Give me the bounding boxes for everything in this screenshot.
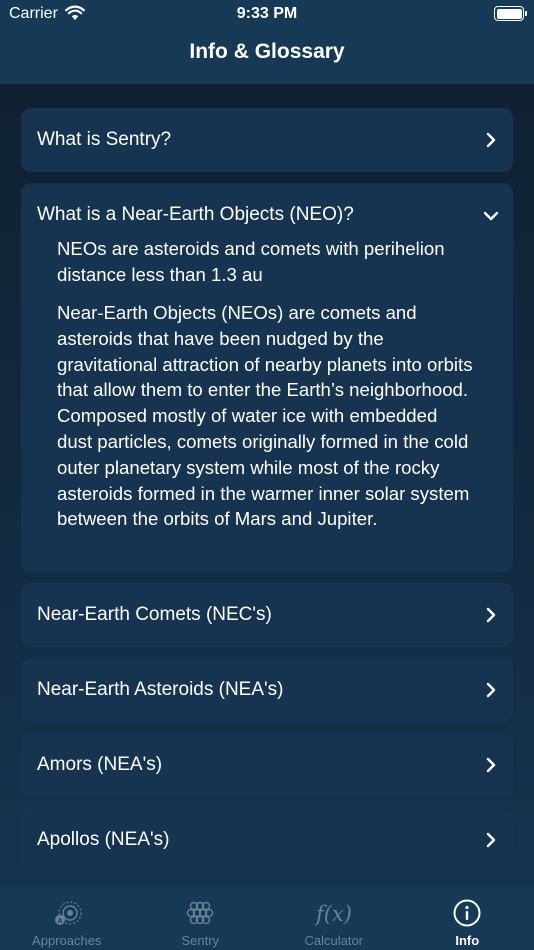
tab-label: Sentry	[181, 933, 220, 948]
glossary-item-label: Apollos (NEA's)	[37, 829, 170, 850]
glossary-item-neo[interactable]: What is a Near-Earth Objects (NEO)? NEOs…	[21, 183, 513, 572]
glossary-item-apollos[interactable]: Apollos (NEA's)	[21, 808, 513, 872]
top-bar: Carrier 9:33 PM Info & Glossary	[0, 0, 534, 84]
svg-text:f(x): f(x)	[314, 902, 352, 926]
chevron-right-icon	[483, 132, 499, 148]
glossary-list[interactable]: What is Sentry? What is a Near-Earth Obj…	[0, 84, 534, 887]
neo-definition-long: Near-Earth Objects (NEOs) are comets and…	[57, 302, 473, 530]
glossary-item-label: Near-Earth Asteroids (NEA's)	[37, 679, 284, 700]
glossary-item-nea[interactable]: Near-Earth Asteroids (NEA's)	[21, 658, 513, 722]
chevron-right-icon	[483, 832, 499, 848]
neo-definition-short: NEOs are asteroids and comets with perih…	[57, 238, 445, 285]
tab-calculator[interactable]: f(x) Calculator	[267, 887, 401, 950]
battery-icon	[494, 6, 527, 21]
chevron-down-icon	[483, 208, 499, 224]
glossary-item-nec[interactable]: Near-Earth Comets (NEC's)	[21, 583, 513, 647]
tab-label: Info	[455, 933, 480, 948]
tab-sentry[interactable]: Sentry	[134, 887, 268, 950]
chevron-right-icon	[483, 607, 499, 623]
chevron-right-icon	[483, 682, 499, 698]
glossary-item-amors[interactable]: Amors (NEA's)	[21, 733, 513, 797]
glossary-item-label: What is a Near-Earth Objects (NEO)?	[37, 204, 354, 225]
glossary-item-label: Near-Earth Comets (NEC's)	[37, 604, 272, 625]
tab-bar: A Approaches Sentry f(x) Calculator Info	[0, 887, 534, 950]
tab-info[interactable]: Info	[401, 887, 534, 950]
svg-text:A: A	[57, 918, 62, 925]
status-bar: Carrier 9:33 PM	[0, 0, 534, 28]
glossary-item-label: What is Sentry?	[37, 129, 172, 150]
sentry-icon	[187, 901, 214, 925]
chevron-right-icon	[483, 757, 499, 773]
status-time: 9:33 PM	[236, 5, 298, 22]
tab-label: Approaches	[32, 933, 102, 948]
info-icon	[453, 899, 481, 927]
tab-label: Calculator	[304, 933, 364, 948]
page-title: Info & Glossary	[189, 40, 345, 63]
glossary-item-label: Amors (NEA's)	[37, 754, 163, 775]
tab-approaches[interactable]: A Approaches	[0, 887, 134, 950]
function-icon: f(x)	[314, 902, 352, 926]
glossary-item-sentry[interactable]: What is Sentry?	[21, 108, 513, 172]
approaches-icon: A	[54, 901, 82, 925]
